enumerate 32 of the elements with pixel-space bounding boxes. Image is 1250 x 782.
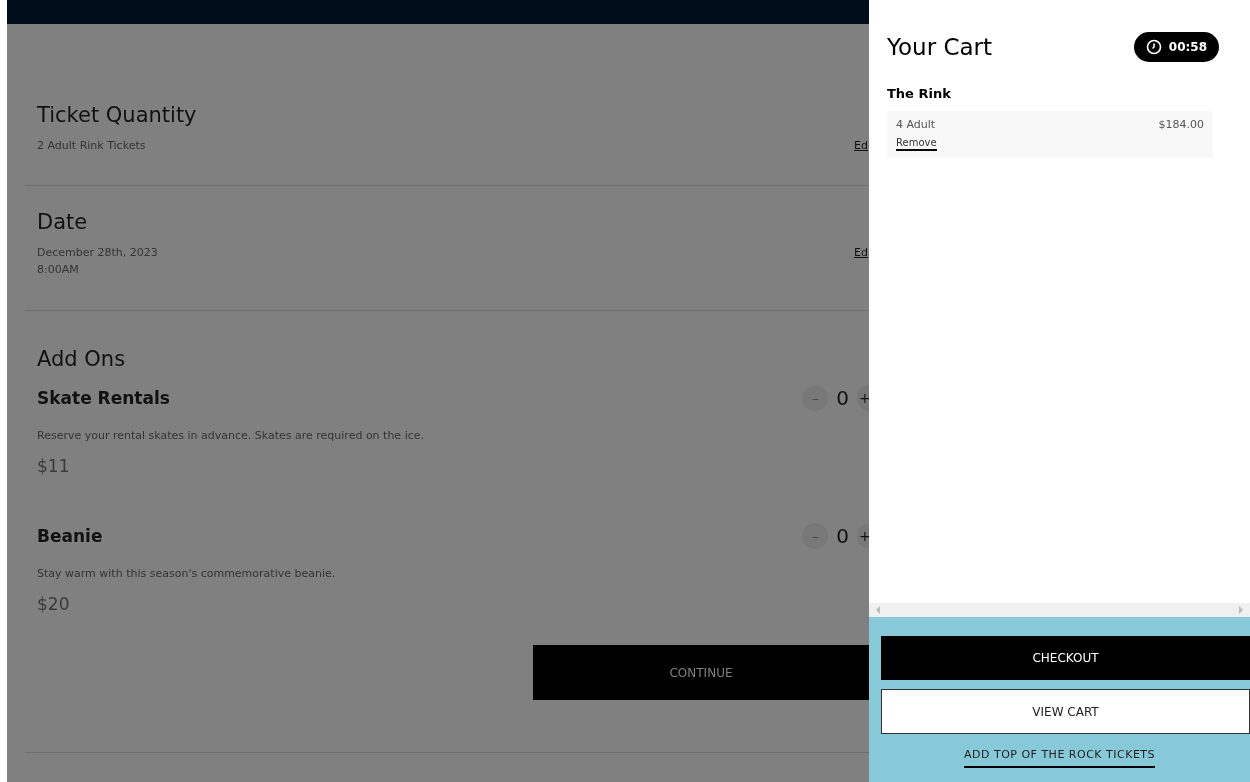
- section-title: Ticket Quantity: [37, 103, 198, 127]
- checkout-button[interactable]: CHECKOUT: [881, 636, 1250, 680]
- continue-button[interactable]: CONTINUE: [533, 645, 869, 700]
- remove-link[interactable]: Remove: [896, 137, 937, 151]
- add-tickets-link[interactable]: ADD TOP OF THE ROCK TICKETS: [963, 748, 1156, 768]
- addon-description: Reserve your rental skates in advance. Skates are required on the ice.: [37, 429, 425, 442]
- addon-price: $11: [37, 456, 71, 476]
- edit-link[interactable]: Ed: [854, 246, 868, 259]
- timer-text: 00:58: [1168, 40, 1207, 54]
- addon-description: Stay warm with this season's commemorative beanie.: [37, 567, 337, 580]
- section-title: Date: [37, 210, 89, 234]
- addon-name: Skate Rentals: [37, 388, 170, 408]
- edit-link[interactable]: Ed: [854, 139, 868, 152]
- plus-button[interactable]: +: [857, 385, 869, 411]
- view-cart-button[interactable]: VIEW CART: [881, 689, 1250, 734]
- addon-price: $20: [37, 594, 71, 614]
- section-title: Add Ons: [37, 347, 127, 371]
- horizontal-scrollbar[interactable]: [869, 603, 1250, 617]
- clock-icon: [1145, 39, 1162, 55]
- quantity-value: 0: [836, 524, 849, 548]
- venue-name: The Rink: [887, 86, 952, 101]
- summary-text: 2 Adult Rink Tickets: [37, 139, 146, 152]
- cart-title: Your Cart: [887, 34, 993, 60]
- plus-button[interactable]: +: [857, 523, 869, 549]
- scroll-left-icon[interactable]: [875, 606, 881, 614]
- quantity-value: 0: [836, 386, 849, 410]
- addon-name: Beanie: [37, 526, 103, 546]
- item-label: 4 Adult: [896, 118, 936, 131]
- summary-text: December 28th, 2023: [37, 246, 158, 259]
- summary-text: 8:00AM: [37, 263, 80, 276]
- item-price: $184.00: [1158, 118, 1204, 131]
- scroll-right-icon[interactable]: [1238, 606, 1244, 614]
